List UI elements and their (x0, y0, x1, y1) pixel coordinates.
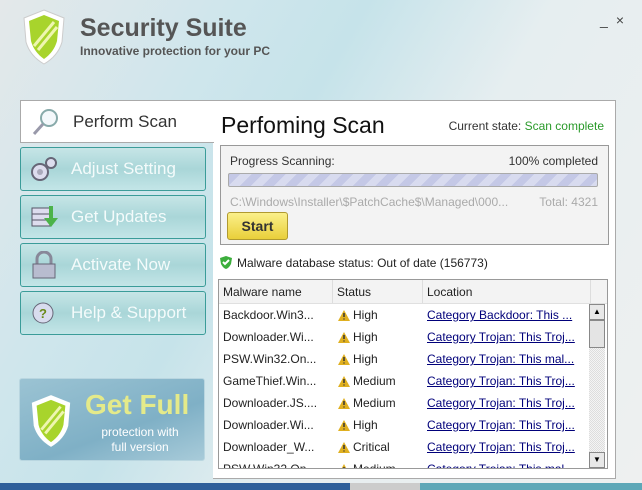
status-cell: Medium (333, 396, 423, 410)
download-icon (31, 206, 58, 227)
table-row[interactable]: Downloader.Wi... High Category Trojan: T… (219, 414, 607, 436)
current-state: Current state: Scan complete (449, 119, 604, 133)
database-status: Malware database status: Out of date (15… (219, 255, 488, 270)
gears-icon (31, 157, 57, 181)
malware-name: Backdoor.Win3... (223, 308, 314, 322)
help-icon: ? (32, 302, 54, 324)
shield-logo-icon (23, 9, 65, 65)
status-text: High (353, 308, 378, 322)
warning-icon (338, 309, 350, 321)
app-title: Security Suite (80, 14, 247, 42)
scroll-thumb[interactable] (589, 320, 605, 348)
status-cell: Medium (333, 374, 423, 388)
warning-icon (338, 397, 350, 409)
status-cell: High (333, 308, 423, 322)
malware-name: GameThief.Win... (223, 374, 317, 388)
sidebar-item-help-support[interactable]: ? Help & Support (20, 291, 206, 335)
taskbar (0, 483, 642, 490)
location-link[interactable]: Category Trojan: This Troj... (427, 418, 575, 432)
sidebar-item-label: Perform Scan (73, 111, 177, 131)
sidebar-item-label: Activate Now (71, 255, 171, 274)
location-link[interactable]: Category Trojan: This Troj... (427, 330, 575, 344)
progress-label: Progress Scanning: (230, 154, 335, 168)
sidebar-item-activate-now[interactable]: Activate Now (20, 243, 206, 287)
scrollbar[interactable]: ▲ ▼ (589, 304, 605, 468)
malware-name: Downloader.Wi... (223, 330, 314, 344)
location-link[interactable]: Category Trojan: This Troj... (427, 374, 575, 388)
status-text: High (353, 418, 378, 432)
malware-name: Downloader.JS.... (223, 396, 318, 410)
shield-icon (31, 395, 71, 447)
malware-name: PSW.Win32.On... (223, 462, 317, 469)
table-row[interactable]: Downloader.JS.... Medium Category Trojan… (219, 392, 607, 414)
column-header-status[interactable]: Status (333, 280, 423, 303)
warning-icon (341, 463, 347, 468)
warning-icon (338, 419, 350, 431)
location-link[interactable]: Category Trojan: This Troj... (427, 440, 575, 454)
promo-headline: Get Full (85, 389, 190, 420)
location-link[interactable]: Category Trojan: This Troj... (427, 396, 575, 410)
svg-text:?: ? (39, 306, 47, 321)
sidebar-item-label: Get Updates (71, 207, 167, 226)
status-cell: High (333, 330, 423, 344)
warning-icon (338, 353, 350, 365)
sidebar-item-adjust-setting[interactable]: Adjust Setting (20, 147, 206, 191)
warning-icon (338, 375, 350, 387)
sidebar-item-perform-scan[interactable]: Perform Scan (20, 100, 214, 143)
malware-table: Malware name Status Location Backdoor.Wi… (218, 279, 608, 469)
table-row[interactable]: PSW.Win32.On... Medium Category Trojan: … (219, 458, 607, 469)
location-link[interactable]: Category Trojan: This mal... (427, 462, 574, 468)
table-row[interactable]: Downloader.Wi... High Category Trojan: T… (219, 326, 607, 348)
malware-name: Downloader_W... (223, 440, 315, 454)
location-link[interactable]: Category Backdoor: This ... (427, 308, 572, 322)
close-button[interactable]: × (616, 12, 624, 28)
malware-name: PSW.Win32.On... (223, 352, 317, 366)
status-cell: Critical (333, 440, 423, 454)
malware-name: Downloader.Wi... (223, 418, 314, 432)
scroll-up-button[interactable]: ▲ (589, 304, 605, 320)
minimize-button[interactable]: _ (600, 12, 608, 28)
shield-check-icon (220, 256, 232, 269)
magnifier-icon (32, 108, 58, 135)
scan-progress-box: Progress Scanning: 100% completed C:\Win… (220, 145, 609, 245)
total-count: Total: 4321 (539, 195, 598, 209)
app-subtitle: Innovative protection for your PC (80, 44, 271, 58)
status-text: Medium (353, 396, 396, 410)
table-row[interactable]: Downloader_W... Critical Category Trojan… (219, 436, 607, 458)
column-header-location[interactable]: Location (423, 280, 591, 303)
status-text: High (353, 352, 378, 366)
page-title: Perfoming Scan (221, 112, 385, 138)
lock-icon (32, 251, 56, 279)
database-status-text: Malware database status: Out of date (15… (237, 255, 488, 270)
warning-icon (338, 441, 350, 453)
warning-icon (338, 331, 350, 343)
sidebar-item-get-updates[interactable]: Get Updates (20, 195, 206, 239)
table-row[interactable]: GameThief.Win... Medium Category Trojan:… (219, 370, 607, 392)
status-cell: High (333, 418, 423, 432)
current-file-path: C:\Windows\Installer\$PatchCache$\Manage… (230, 195, 509, 209)
status-cell: Medium (333, 462, 423, 469)
state-value: Scan complete (524, 119, 604, 133)
status-text: Medium (353, 374, 396, 388)
table-header: Malware name Status Location (219, 280, 607, 304)
start-button[interactable]: Start (227, 212, 288, 240)
promo-line1: protection with (101, 425, 179, 439)
sidebar-item-label: Help & Support (71, 303, 187, 322)
progress-percent: 100% completed (508, 154, 598, 168)
progress-bar (228, 173, 598, 187)
status-text: Medium (353, 462, 396, 469)
status-text: Critical (353, 440, 390, 454)
status-text: High (353, 330, 378, 344)
sidebar-item-label: Adjust Setting (71, 159, 176, 178)
table-row[interactable]: Backdoor.Win3... High Category Backdoor:… (219, 304, 607, 326)
status-cell: High (333, 352, 423, 366)
get-full-version-banner[interactable]: Get Full protection with full version (19, 378, 205, 461)
table-row[interactable]: PSW.Win32.On... High Category Trojan: Th… (219, 348, 607, 370)
location-link[interactable]: Category Trojan: This mal... (427, 352, 574, 366)
scroll-down-button[interactable]: ▼ (589, 452, 605, 468)
state-label: Current state: (448, 119, 522, 133)
column-header-name[interactable]: Malware name (219, 280, 333, 303)
promo-line2: full version (111, 440, 169, 454)
